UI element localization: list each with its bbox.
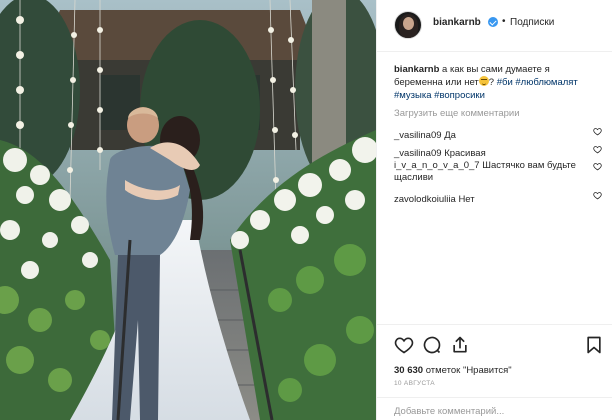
comment-heart-icon[interactable] [593,162,602,171]
bookmark-icon[interactable] [584,335,604,355]
comment-username[interactable]: zavolodkoiuliia [394,194,456,205]
heart-icon[interactable] [394,335,414,355]
comment-body: Да [444,130,456,141]
comment-bubble-icon[interactable] [422,335,442,355]
comment-body: Красивая [444,148,486,159]
comment-heart-icon[interactable] [593,191,602,200]
likes-number: 30 630 [394,365,424,376]
avatar[interactable] [394,11,422,39]
comment-text: _vasilina09 Красивая [394,148,486,159]
wedding-photo-illustration [0,0,376,420]
add-comment-placeholder: Добавьте комментарий... [394,406,505,417]
avatar-face [403,17,414,30]
post-photo[interactable] [0,0,376,420]
likes-label: отметок "Нравится" [425,365,512,376]
post-actions: 30 630 отметок "Нравится" 10 АВГУСТА Доб… [377,324,612,420]
comment-text: i_v_a_n_o_v_a_0_7 Шастячко вам будьте ща… [394,160,584,184]
post-header: biankarnb • Подписки [377,0,612,52]
share-icon[interactable] [450,335,470,355]
comment-text: zavolodkoiuliia Нет [394,194,475,205]
hashtag-link[interactable]: #би [497,77,513,88]
comment-username[interactable]: _vasilina09 [394,130,442,141]
comment-username[interactable]: _vasilina09 [394,148,442,159]
hashtag-link[interactable]: #вопросики [434,90,485,101]
following-button[interactable]: Подписки [510,17,554,28]
load-more-comments-button[interactable]: Загрузить еще комментарии [394,108,520,119]
comment-row: _vasilina09 Красивая [394,143,602,159]
comment-body: Нет [458,194,475,205]
comment-text: _vasilina09 Да [394,130,456,141]
comment-heart-icon[interactable] [593,145,602,154]
post-caption: biankarnb а как вы сами думаете я береме… [394,63,596,102]
verified-badge-icon [488,17,498,27]
hashtag-link[interactable]: #музыка [394,90,432,101]
smiling-emoji-icon [478,76,489,86]
comment-row: zavolodkoiuliia Нет [394,189,602,205]
comment-row: _vasilina09 Да [394,125,602,141]
caption-question-mark: ? [488,77,495,88]
username-link[interactable]: biankarnb [433,17,481,28]
caption-username[interactable]: biankarnb [394,64,439,75]
comment-heart-icon[interactable] [593,127,602,136]
comments-section: biankarnb а как вы сами думаете я береме… [377,52,612,324]
header-separator: • [502,16,506,27]
post-side-panel: biankarnb • Подписки biankarnb а как вы … [376,0,612,420]
add-comment-field[interactable]: Добавьте комментарий... [377,397,612,420]
comment-row: i_v_a_n_o_v_a_0_7 Шастячко вам будьте ща… [394,160,602,186]
likes-count[interactable]: 30 630 отметок "Нравится" [394,365,512,376]
hashtag-link[interactable]: #люблюмалят [515,77,577,88]
comment-username[interactable]: i_v_a_n_o_v_a_0_7 [394,160,480,171]
post-date: 10 АВГУСТА [394,380,435,387]
